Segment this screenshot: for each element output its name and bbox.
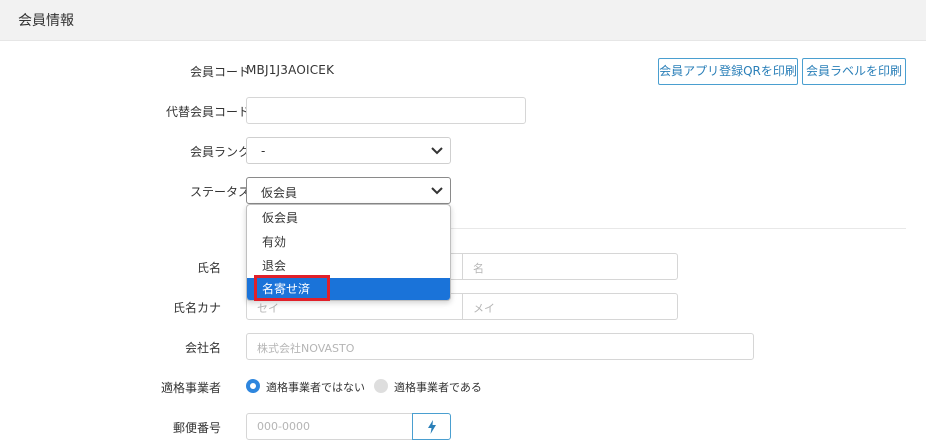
member-rank-select[interactable]: -	[246, 137, 451, 164]
address-lookup-button[interactable]	[412, 413, 451, 440]
alt-member-code-label: 代替会員コード	[165, 105, 250, 119]
annotation-highlight-box	[254, 275, 330, 301]
status-select[interactable]: 仮会員	[246, 177, 451, 204]
chevron-down-icon	[431, 147, 443, 155]
name-label: 氏名	[196, 261, 221, 275]
first-name-kana-placeholder: メイ	[473, 302, 495, 315]
status-option-active[interactable]: 有効	[247, 231, 450, 253]
postal-code-input[interactable]: 000-0000	[246, 413, 413, 440]
first-name-placeholder: 名	[473, 262, 484, 275]
last-name-kana-placeholder: セイ	[257, 302, 279, 315]
member-code-label: 会員コード	[189, 65, 250, 79]
print-qr-button[interactable]: 会員アプリ登録QRを印刷	[658, 58, 798, 85]
first-name-kana-input[interactable]: メイ	[462, 293, 678, 320]
status-label: ステータス	[189, 185, 250, 199]
section-divider	[450, 228, 906, 229]
radio-not-qualified-label[interactable]: 適格事業者ではない	[266, 379, 365, 395]
section-header: 会員情報	[0, 0, 926, 41]
member-rank-selected: -	[261, 144, 266, 158]
postal-code-label: 郵便番号	[172, 421, 221, 435]
lightning-icon	[428, 420, 436, 434]
member-rank-label: 会員ランク	[189, 145, 250, 159]
radio-qualified-label[interactable]: 適格事業者である	[394, 379, 482, 395]
alt-member-code-input[interactable]	[246, 97, 526, 124]
company-input[interactable]: 株式会社NOVASTO	[246, 333, 754, 360]
first-name-input[interactable]: 名	[462, 253, 678, 280]
qualified-business-label: 適格事業者	[160, 381, 221, 395]
page-title: 会員情報	[18, 13, 74, 29]
name-kana-label: 氏名カナ	[172, 301, 221, 315]
status-selected: 仮会員	[261, 186, 298, 200]
status-option-withdrawn[interactable]: 退会	[247, 255, 450, 277]
radio-qualified[interactable]	[374, 379, 388, 393]
print-label-button[interactable]: 会員ラベルを印刷	[802, 58, 906, 85]
company-placeholder: 株式会社NOVASTO	[257, 342, 355, 355]
company-label: 会社名	[184, 341, 221, 355]
chevron-down-icon	[431, 187, 443, 195]
postal-code-placeholder: 000-0000	[257, 420, 310, 433]
status-option-provisional[interactable]: 仮会員	[247, 207, 450, 229]
radio-not-qualified[interactable]	[246, 379, 260, 393]
member-code-value: MBJ1J3AOICEK	[246, 63, 335, 77]
